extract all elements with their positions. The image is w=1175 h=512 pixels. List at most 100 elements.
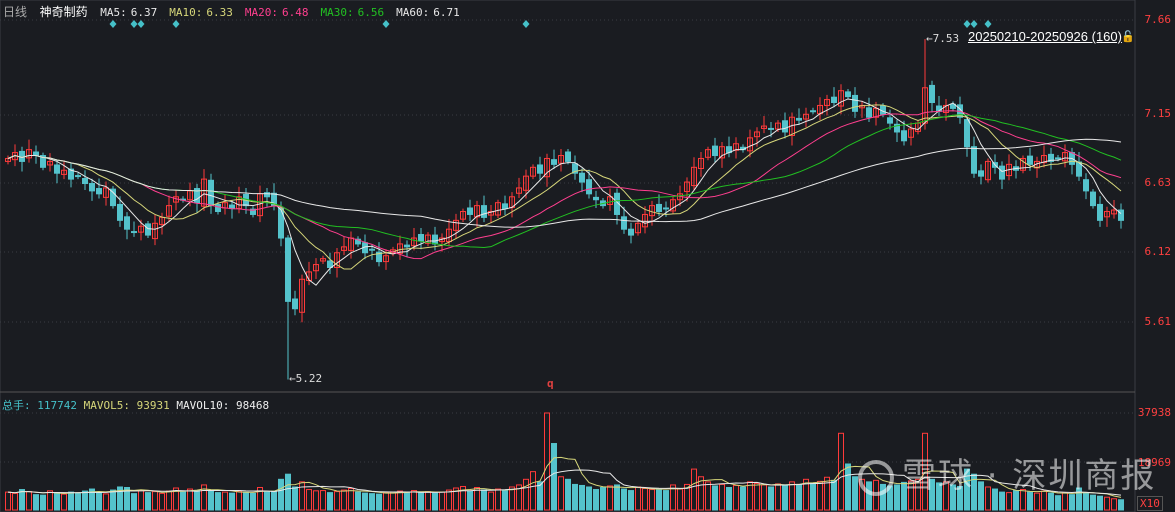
volume-bar <box>278 478 284 511</box>
event-marker-icon <box>130 20 138 28</box>
volume-bar <box>768 486 774 511</box>
volume-bar <box>621 488 627 511</box>
period-label: 日线 <box>3 5 28 19</box>
candle-body <box>845 91 851 98</box>
candle-body <box>964 119 970 148</box>
price-tick: 6.63 <box>1144 176 1172 189</box>
candle-body <box>124 216 130 230</box>
xueqiu-logo-icon <box>858 459 894 496</box>
volume-bar <box>446 489 452 511</box>
ma-legend-item: MA30: 6.56 <box>321 6 391 19</box>
volume-bar <box>607 485 613 511</box>
candle-body <box>796 117 802 121</box>
event-marker-icon <box>963 20 971 28</box>
volume-bar <box>292 486 298 511</box>
volume-bar <box>565 478 571 511</box>
volume-bar <box>306 489 312 511</box>
volume-bar <box>194 490 200 511</box>
volume-bar <box>642 488 648 511</box>
kline-chart[interactable] <box>0 0 1175 512</box>
volume-bar <box>733 484 739 511</box>
low-annotation: ←5.22 <box>289 372 323 386</box>
candle-body <box>712 145 718 157</box>
volume-bar <box>250 492 256 511</box>
volume-bar <box>26 491 32 511</box>
volume-bar <box>19 489 25 511</box>
candle-body <box>663 207 669 210</box>
candle-body <box>565 151 571 162</box>
volume-bar <box>495 488 501 511</box>
volume-bar <box>5 491 11 511</box>
volume-bar <box>705 481 711 511</box>
volume-bar <box>502 490 508 511</box>
candle-body <box>551 159 557 165</box>
event-marker-icon <box>382 20 390 28</box>
volume-bar <box>397 490 403 511</box>
volume-unit-label: X10 <box>1137 496 1163 511</box>
volume-bar <box>285 473 291 511</box>
candle-body <box>215 203 221 213</box>
candle-body <box>887 117 893 124</box>
ma-label: MA60: <box>396 6 430 19</box>
candle-body <box>586 179 592 195</box>
mavol10-value: 98468 <box>235 399 270 412</box>
event-marker-icon <box>984 20 992 28</box>
volume-bar <box>75 492 81 511</box>
volume-bar <box>411 490 417 511</box>
price-tick: 7.66 <box>1144 13 1172 26</box>
volume-bar <box>215 492 221 511</box>
volume-bar <box>376 493 382 511</box>
volume-bar <box>166 490 172 511</box>
volume-bar <box>761 484 767 511</box>
volume-bar <box>509 486 515 511</box>
volume-bar <box>663 490 669 511</box>
volume-bar <box>782 484 788 511</box>
stock-name: 神奇制药 <box>39 5 88 19</box>
ma-label: MA10: <box>169 6 203 19</box>
volume-bar <box>131 493 137 511</box>
q-marker[interactable]: q <box>547 377 554 390</box>
volume-bar <box>754 482 760 511</box>
volume-bar <box>103 493 109 511</box>
mavol5-label: MAVOL5: <box>83 399 130 412</box>
date-range-link[interactable]: 20250210-20250926 (160) <box>968 29 1122 44</box>
volume-bar <box>229 492 235 511</box>
ma-legend-item: MA5: 6.37 <box>100 6 163 19</box>
volume-bar <box>614 484 620 511</box>
volume-tick: 37938 <box>1137 406 1171 419</box>
volume-bar <box>187 488 193 511</box>
volume-bar <box>383 492 389 511</box>
candle-body <box>593 196 599 201</box>
volume-bar <box>817 480 823 511</box>
event-marker-icon <box>970 20 978 28</box>
volume-bar <box>362 492 368 511</box>
candle-body <box>768 127 774 130</box>
volume-bar <box>418 491 424 511</box>
volume-bar <box>845 463 851 511</box>
volume-bar <box>40 494 46 511</box>
volume-bar <box>432 492 438 511</box>
candle-body <box>628 228 634 236</box>
volume-bar <box>530 471 536 511</box>
candle-body <box>432 234 438 245</box>
price-tick: 6.12 <box>1144 245 1172 258</box>
candle-body <box>131 231 137 234</box>
volume-bar <box>355 491 361 511</box>
volume-bar <box>586 486 592 511</box>
volume-bar <box>649 489 655 511</box>
candle-body <box>54 164 60 174</box>
volume-bar <box>691 468 697 511</box>
ma-value: 6.33 <box>206 6 233 19</box>
volume-bar <box>726 487 732 511</box>
candle-body <box>579 172 585 183</box>
volume-bar <box>439 491 445 511</box>
ma10-line <box>7 104 1122 270</box>
ma-legend-item: MA20: 6.48 <box>245 6 315 19</box>
volume-bar <box>775 483 781 511</box>
lock-icon[interactable]: 🔓 <box>1121 30 1135 43</box>
candle-body <box>656 203 662 213</box>
candle-body <box>404 244 410 248</box>
candle-body <box>999 165 1005 180</box>
volume-bar <box>320 490 326 511</box>
ma5-line <box>7 98 1122 286</box>
